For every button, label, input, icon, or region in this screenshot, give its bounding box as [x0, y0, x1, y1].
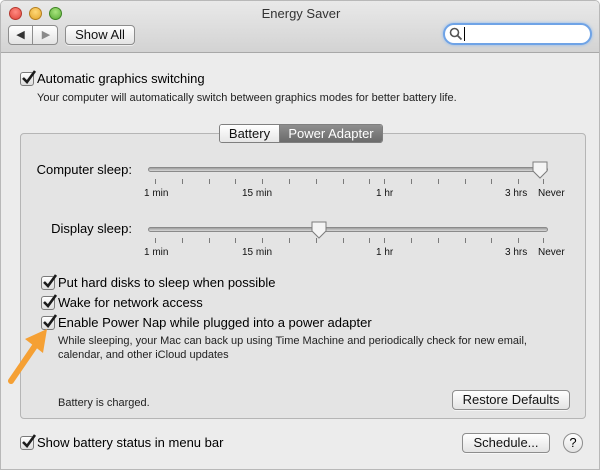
help-button[interactable]: ?	[563, 433, 583, 453]
tab-power-adapter[interactable]: Power Adapter	[280, 125, 382, 142]
slider-tick-mark	[384, 238, 385, 243]
slider-tick-mark	[155, 179, 156, 184]
battery-status-text: Battery is charged.	[58, 397, 150, 409]
power-nap-label: Enable Power Nap while plugged into a po…	[58, 315, 372, 330]
power-nap-description: While sleeping, your Mac can back up usi…	[58, 335, 527, 347]
display-sleep-tick-label: 15 min	[242, 247, 273, 258]
checkmark-icon	[43, 274, 58, 288]
slider-tick-mark	[543, 179, 544, 184]
forward-button[interactable]: ▶	[34, 26, 58, 44]
slider-tick-mark	[316, 238, 317, 243]
computer-sleep-slider-knob[interactable]	[532, 161, 548, 179]
display-sleep-tick-label: 3 hrs	[505, 247, 528, 258]
slider-tick-mark	[235, 238, 236, 243]
checkmark-icon	[22, 434, 37, 448]
slider-tick-mark	[182, 238, 183, 243]
show-all-button[interactable]: Show All	[65, 25, 135, 45]
schedule-button[interactable]: Schedule...	[462, 433, 550, 453]
computer-sleep-tick-label: 1 hr	[376, 188, 394, 199]
slider-tick-mark	[411, 238, 412, 243]
slider-tick-mark	[235, 179, 236, 184]
power-source-tabs: Battery Power Adapter	[219, 124, 383, 143]
slider-tick-mark	[343, 179, 344, 184]
search-input[interactable]	[464, 26, 584, 42]
computer-sleep-tick-label: Never	[538, 188, 565, 199]
wake-network-label: Wake for network access	[58, 295, 203, 310]
power-nap-description: calendar, and other iCloud updates	[58, 349, 229, 361]
computer-sleep-slider-track[interactable]	[148, 167, 548, 172]
display-sleep-slider-knob[interactable]	[311, 221, 327, 239]
slider-tick-mark	[465, 179, 466, 184]
chevron-left-icon: ◀	[16, 29, 25, 41]
computer-sleep-tick-label: 3 hrs	[505, 188, 528, 199]
computer-sleep-tick-label: 15 min	[242, 188, 273, 199]
annotation-arrow-icon	[8, 329, 47, 384]
slider-tick-mark	[411, 179, 412, 184]
slider-tick-mark	[316, 179, 317, 184]
wake-network-checkbox[interactable]	[41, 294, 58, 310]
slider-tick-mark	[491, 179, 492, 184]
show-battery-status-checkbox[interactable]	[20, 434, 37, 450]
slider-tick-mark	[438, 238, 439, 243]
slider-tick-mark	[289, 238, 290, 243]
graphics-switching-checkbox[interactable]	[20, 70, 37, 86]
slider-tick-mark	[438, 179, 439, 184]
slider-tick-mark	[518, 179, 519, 184]
slider-tick-mark	[209, 179, 210, 184]
slider-tick-mark	[465, 238, 466, 243]
slider-tick-mark	[343, 238, 344, 243]
restore-defaults-button[interactable]: Restore Defaults	[452, 390, 570, 410]
slider-tick-mark	[289, 179, 290, 184]
graphics-switching-label: Automatic graphics switching	[37, 71, 205, 86]
hard-disk-sleep-label: Put hard disks to sleep when possible	[58, 275, 276, 290]
hard-disk-sleep-checkbox[interactable]	[41, 274, 58, 290]
slider-tick-mark	[543, 238, 544, 243]
display-sleep-label: Display sleep:	[51, 221, 132, 236]
slider-tick-mark	[182, 179, 183, 184]
slider-tick-mark	[369, 238, 370, 243]
window-title: Energy Saver	[261, 6, 341, 21]
graphics-switching-description: Your computer will automatically switch …	[37, 92, 457, 104]
slider-tick-mark	[518, 238, 519, 243]
slider-tick-mark	[155, 238, 156, 243]
slider-tick-mark	[262, 179, 263, 184]
back-button[interactable]: ◀	[9, 26, 33, 44]
energy-saver-window: Energy Saver ◀ ▶ Show All Automatic grap…	[0, 0, 600, 470]
slider-tick-mark	[384, 179, 385, 184]
checkmark-icon	[22, 70, 37, 84]
search-icon	[449, 27, 463, 41]
toolbar: Energy Saver ◀ ▶ Show All	[1, 1, 599, 53]
display-sleep-tick-label: 1 min	[144, 247, 169, 258]
navigation-buttons: ◀ ▶	[8, 25, 58, 45]
show-battery-status-label: Show battery status in menu bar	[37, 435, 224, 450]
tab-battery[interactable]: Battery	[220, 125, 280, 142]
slider-tick-mark	[369, 179, 370, 184]
slider-tick-mark	[262, 238, 263, 243]
checkmark-icon	[43, 294, 58, 308]
display-sleep-slider-track[interactable]	[148, 227, 548, 232]
computer-sleep-label: Computer sleep:	[36, 162, 132, 177]
chevron-right-icon: ▶	[41, 29, 51, 41]
display-sleep-tick-label: 1 hr	[376, 247, 394, 258]
search-field[interactable]	[443, 23, 592, 45]
slider-tick-mark	[491, 238, 492, 243]
slider-tick-mark	[209, 238, 210, 243]
display-sleep-tick-label: Never	[538, 247, 565, 258]
text-cursor	[464, 27, 465, 41]
computer-sleep-tick-label: 1 min	[144, 188, 169, 199]
